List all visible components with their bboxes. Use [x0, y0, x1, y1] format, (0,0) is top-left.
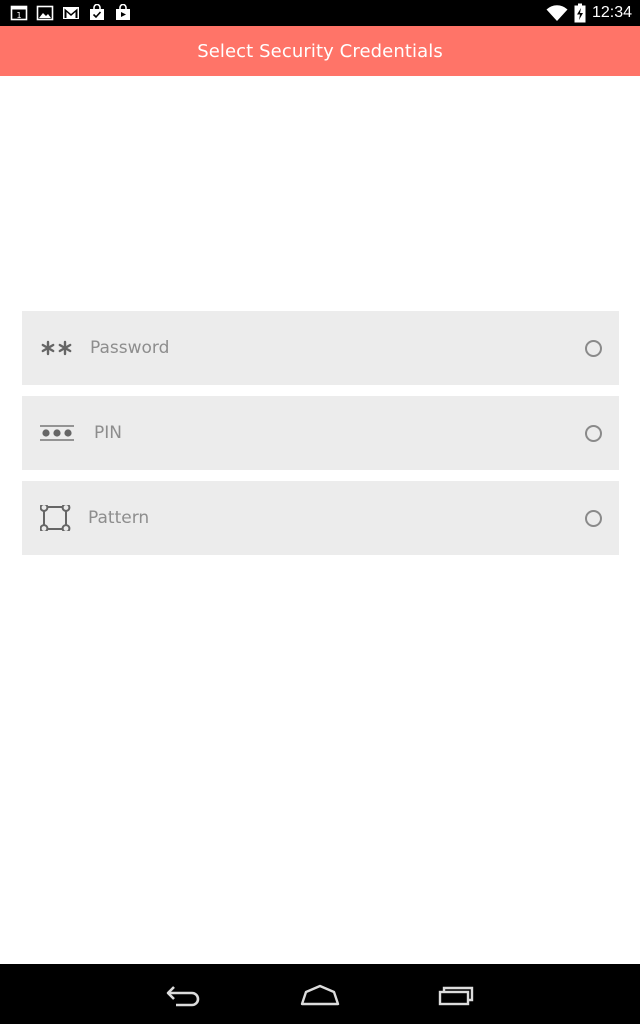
wifi-icon [546, 4, 568, 22]
asterisks-icon [40, 335, 74, 361]
home-icon[interactable] [298, 978, 342, 1012]
app-bar: Select Security Credentials [0, 26, 640, 76]
option-pattern-label: Pattern [88, 508, 150, 528]
pattern-grid-icon [39, 503, 74, 533]
play-store-bag-icon [114, 3, 132, 22]
calendar-icon: 1 [10, 4, 28, 22]
option-password-radio[interactable] [585, 340, 602, 357]
option-pattern[interactable]: Pattern [22, 481, 619, 555]
status-time: 12:34 [591, 4, 632, 21]
status-right: 12:34 [546, 0, 632, 26]
image-icon [36, 4, 54, 22]
option-pin[interactable]: PIN [22, 396, 619, 470]
option-pin-radio[interactable] [585, 425, 602, 442]
option-pattern-radio[interactable] [585, 510, 602, 527]
credential-options-list: Password PIN Pattern [22, 311, 619, 566]
back-icon[interactable] [162, 978, 206, 1012]
option-pin-label: PIN [94, 423, 122, 443]
gmail-icon [62, 4, 80, 22]
status-bar: 1 12:34 [0, 0, 640, 26]
notification-icons: 1 [10, 3, 132, 22]
svg-text:1: 1 [16, 11, 21, 20]
pin-dots-icon [40, 420, 74, 446]
option-password[interactable]: Password [22, 311, 619, 385]
page-title: Select Security Credentials [197, 40, 443, 62]
navigation-bar [0, 964, 640, 1024]
shopping-bag-icon [88, 3, 106, 22]
battery-charging-icon [574, 3, 586, 23]
option-password-label: Password [90, 338, 170, 358]
recent-apps-icon[interactable] [436, 978, 480, 1012]
